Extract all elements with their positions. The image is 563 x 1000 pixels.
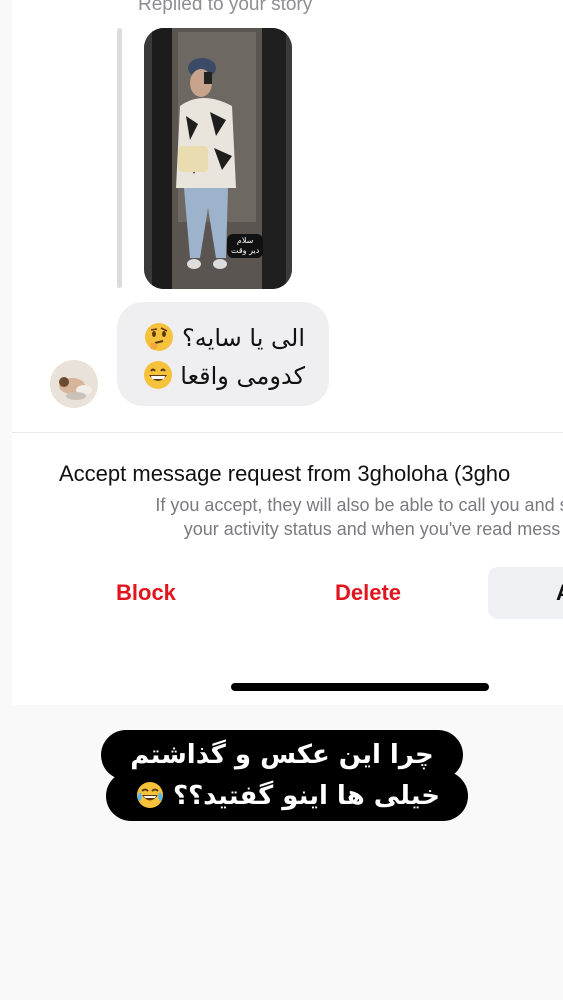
message-line-2: کدومی واقعا	[141, 360, 305, 390]
dm-thread-screen: Replied to your story سلام دیر وقت الی ی…	[12, 0, 563, 705]
grinning-face-icon	[143, 360, 173, 390]
home-indicator[interactable]	[231, 683, 489, 691]
accept-request-title: Accept message request from 3gholoha (3g…	[59, 461, 511, 486]
story-thumbnail[interactable]: سلام دیر وقت	[144, 28, 292, 289]
sender-avatar[interactable]	[50, 360, 98, 408]
accept-button-label: A	[556, 580, 563, 606]
accept-button[interactable]: A	[488, 567, 563, 619]
thinking-face-icon	[144, 322, 174, 352]
message-line-1: الی یا سایه؟	[142, 322, 305, 352]
block-button[interactable]: Block	[116, 580, 176, 606]
replied-to-story-label: Replied to your story	[138, 0, 313, 15]
delete-button[interactable]: Delete	[335, 580, 401, 606]
story-quote-bar	[117, 28, 122, 288]
tears-of-joy-icon	[136, 776, 164, 808]
section-divider	[12, 432, 563, 433]
caption-line-2: خیلی ها اینو گفتید؟؟	[106, 771, 468, 821]
accept-request-description: If you accept, they will also be able to…	[155, 495, 563, 539]
message-bubble[interactable]: الی یا سایه؟ کدومی واقعا	[117, 302, 329, 406]
story-text-sticker: سلام دیر وقت	[227, 234, 264, 258]
